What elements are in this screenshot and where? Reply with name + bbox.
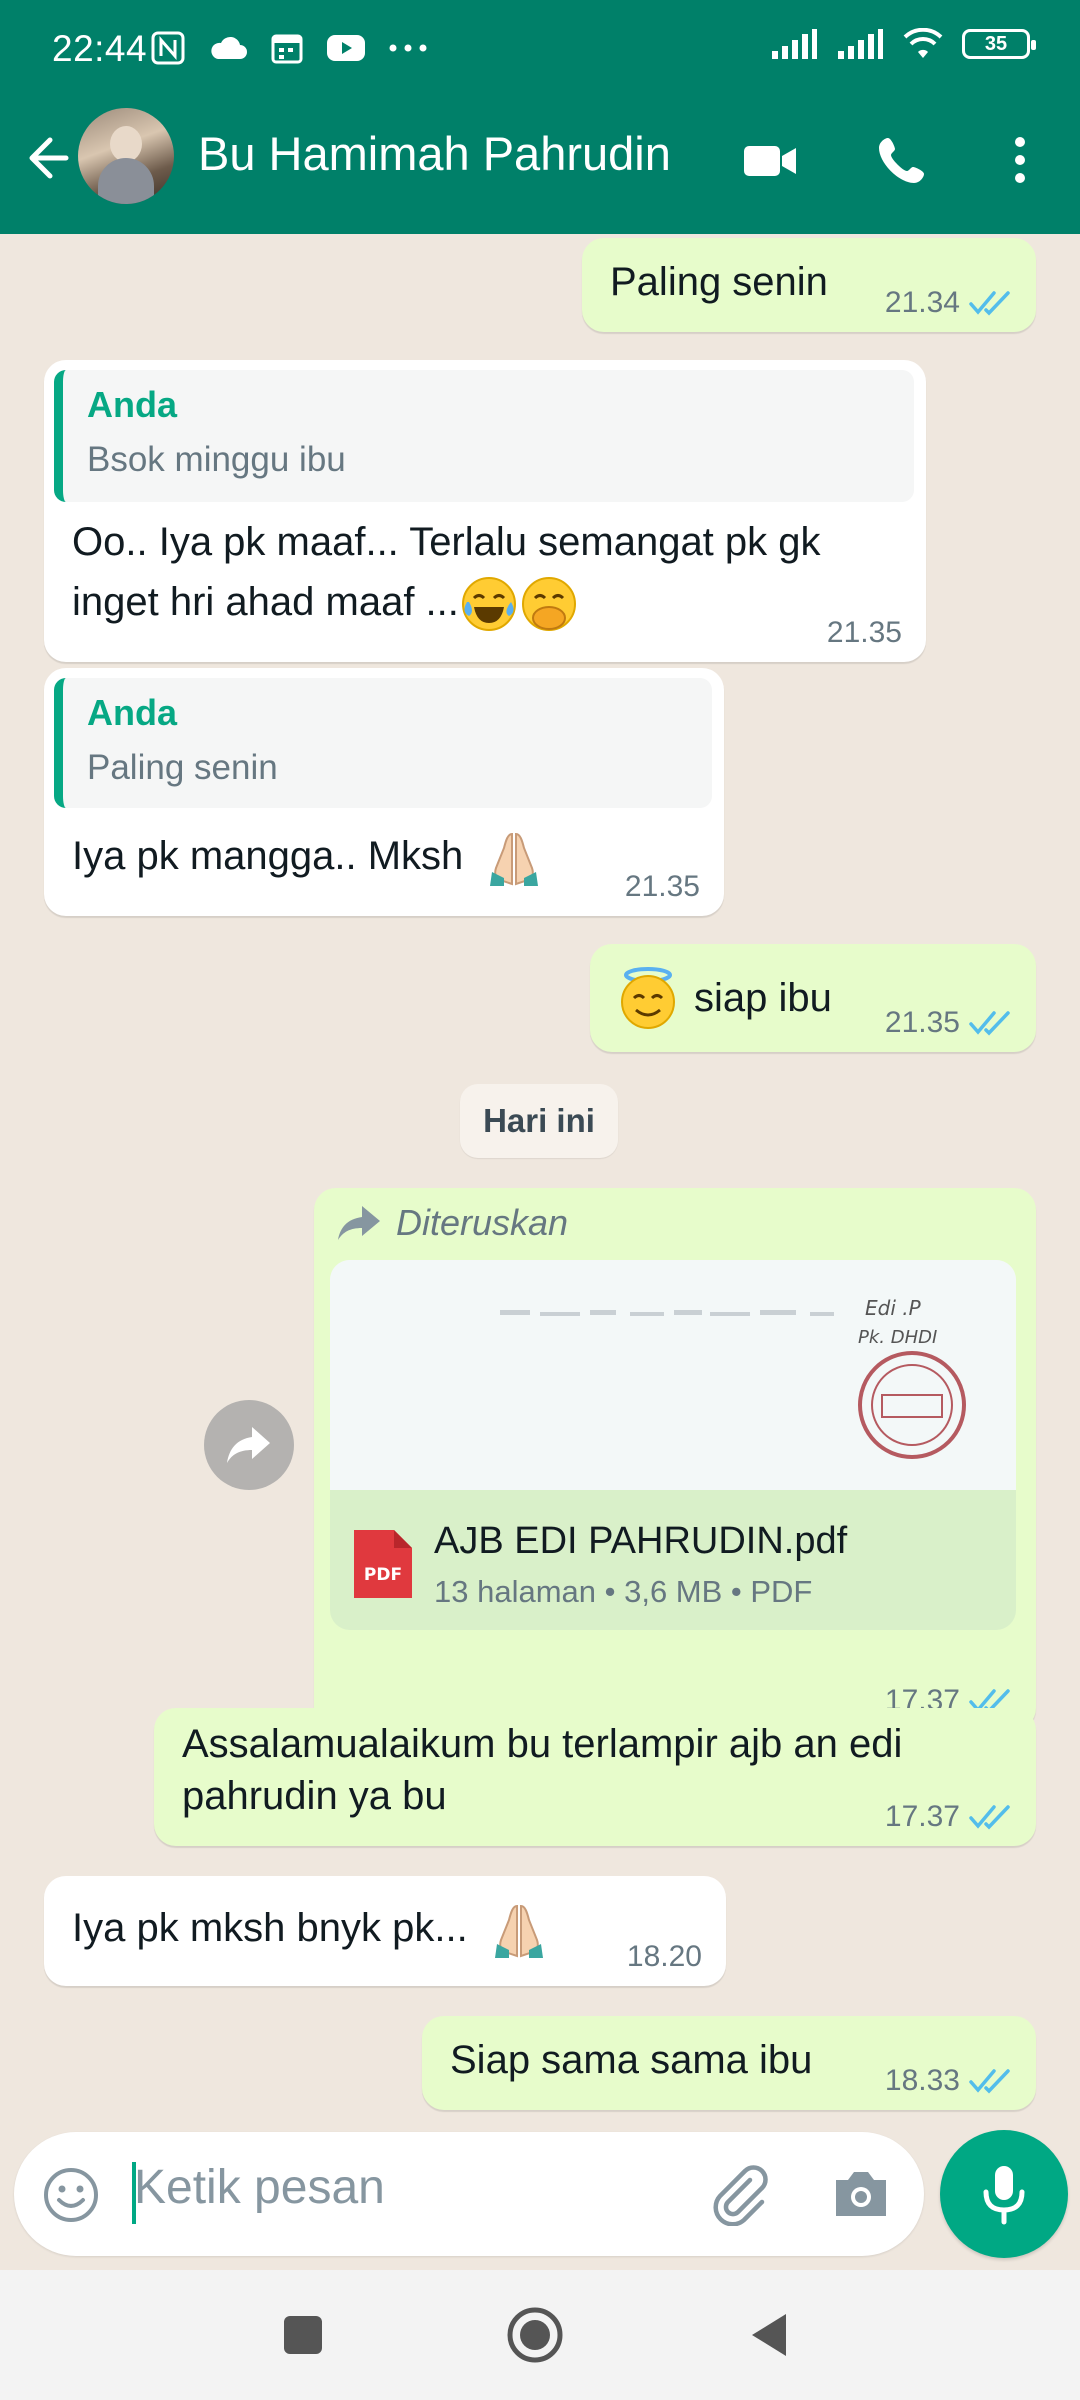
double-check-icon: [969, 1011, 1010, 1036]
message-outgoing-document[interactable]: Diteruskan Edi .P Pk. DHDI PDF AJB EDI P…: [314, 1188, 1036, 1730]
double-check-icon: [969, 1805, 1010, 1830]
signal-icon: [772, 29, 817, 59]
nfc-icon: [151, 31, 185, 65]
recent-apps-icon[interactable]: [280, 2312, 326, 2358]
message-time: 21.35: [624, 870, 700, 903]
quote-author: Anda: [87, 692, 177, 733]
message-text-line: Oo.. Iya pk maaf... Terlalu semangat pk …: [72, 520, 821, 564]
forwarded-icon: [338, 1206, 380, 1240]
message-incoming[interactable]: Anda Bsok minggu ibu Oo.. Iya pk maaf...…: [44, 360, 926, 662]
message-outgoing[interactable]: siap ibu 21.35: [590, 944, 1036, 1052]
svg-text:Edi .P: Edi .P: [865, 1296, 922, 1320]
message-meta: 21.35: [827, 616, 902, 650]
message-time: 17.37: [884, 1800, 960, 1833]
file-info: 13 halaman • 3,6 MB • PDF: [434, 1574, 813, 1609]
wifi-icon: [903, 28, 943, 58]
message-time: 18.20: [626, 1940, 702, 1973]
emoji-icon[interactable]: [42, 2166, 100, 2224]
status-bar: 22:44 35: [0, 0, 1080, 100]
date-separator: Hari ini: [460, 1084, 618, 1158]
message-text: Iya pk mangga.. Mksh: [72, 826, 542, 888]
folded-hands-emoji-icon: [490, 833, 539, 887]
svg-text:Pk. DHDI: Pk. DHDI: [858, 1327, 937, 1348]
youtube-icon: [327, 35, 365, 61]
quote-text: Bsok minggu ibu: [87, 440, 346, 479]
message-outgoing[interactable]: Siap sama sama ibu 18.33: [422, 2016, 1036, 2110]
quoted-message[interactable]: Anda Paling senin: [54, 678, 712, 808]
voice-message-button[interactable]: [940, 2130, 1068, 2258]
cloud-icon: [211, 36, 247, 59]
forward-arrow-icon: [227, 1427, 270, 1463]
message-outgoing[interactable]: Assalamualaikum bu terlampir ajb an edi …: [154, 1708, 1036, 1846]
double-check-icon: [969, 2069, 1010, 2094]
calendar-icon: [271, 34, 303, 64]
top-bar: 22:44 35 Bu Hamimah Pahrudin: [0, 0, 1080, 234]
status-system-icons: 35: [770, 28, 1036, 60]
message-text: Iya pk mksh bnyk pk...: [72, 1898, 547, 1960]
message-text-line-2: pahrudin ya bu: [182, 1774, 447, 1818]
system-navigation-bar: [0, 2270, 1080, 2400]
video-call-icon[interactable]: [740, 130, 800, 190]
file-name: AJB EDI PAHRUDIN.pdf: [434, 1520, 848, 1562]
message-meta: 21.35: [885, 1006, 1014, 1040]
chat-area[interactable]: Paling senin 21.34 Anda Bsok minggu ibu …: [0, 234, 1080, 2124]
forward-button[interactable]: [204, 1400, 294, 1490]
signal-icon-2: [838, 29, 883, 59]
message-time: 21.35: [884, 1006, 960, 1039]
message-text: Assalamualaikum bu terlampir ajb an edi …: [182, 1718, 902, 1822]
message-meta: 18.33: [885, 2064, 1014, 2098]
folded-hands-emoji-icon: [494, 1905, 543, 1959]
message-meta: 17.37: [885, 1800, 1014, 1834]
camera-icon[interactable]: [830, 2164, 892, 2222]
status-time: 22:44: [52, 28, 148, 69]
document-file-row[interactable]: PDF AJB EDI PAHRUDIN.pdf 13 halaman • 3,…: [330, 1490, 1016, 1630]
document-preview[interactable]: Edi .P Pk. DHDI: [330, 1260, 1016, 1490]
tears-of-joy-emoji-icon: [461, 577, 516, 632]
quoted-message[interactable]: Anda Bsok minggu ibu: [54, 370, 914, 502]
attach-icon[interactable]: [706, 2162, 770, 2226]
voice-call-icon[interactable]: [872, 130, 932, 190]
back-arrow-icon[interactable]: [20, 130, 76, 186]
quote-text: Paling senin: [87, 748, 278, 787]
battery-level: 35: [984, 32, 1008, 55]
message-meta: 21.35: [625, 870, 700, 904]
status-notification-icons: [150, 30, 428, 66]
message-text: Paling senin: [610, 260, 828, 304]
message-incoming[interactable]: Iya pk mksh bnyk pk... 18.20: [44, 1876, 726, 1986]
message-text: Siap sama sama ibu: [450, 2038, 813, 2082]
double-check-icon: [969, 291, 1010, 316]
chat-header: Bu Hamimah Pahrudin: [0, 104, 1080, 234]
more-options-icon[interactable]: [990, 130, 1050, 190]
pdf-badge: PDF: [364, 1565, 402, 1585]
message-outgoing[interactable]: Paling senin 21.34: [582, 238, 1036, 332]
smiling-face-with-halo-emoji-icon: [621, 967, 675, 1029]
message-text-line-2: inget hri ahad maaf ...: [72, 572, 912, 634]
message-text: Oo.. Iya pk maaf... Terlalu semangat pk …: [72, 512, 912, 634]
message-text: siap ibu: [616, 966, 832, 1030]
message-text-line: Assalamualaikum bu terlampir ajb an edi: [182, 1722, 903, 1766]
home-icon[interactable]: [506, 2306, 564, 2364]
message-meta: 21.34: [885, 286, 1014, 320]
forwarded-label: Diteruskan: [336, 1202, 568, 1244]
message-time: 18.33: [884, 2064, 960, 2097]
message-composer[interactable]: Ketik pesan: [14, 2132, 924, 2256]
message-meta: 18.20: [627, 1940, 702, 1974]
contact-name[interactable]: Bu Hamimah Pahrudin: [198, 126, 671, 181]
microphone-icon: [983, 2166, 1025, 2225]
more-notifications-icon: [389, 44, 427, 52]
face-with-hand-over-mouth-emoji-icon: [521, 577, 576, 632]
back-nav-icon[interactable]: [746, 2310, 790, 2360]
message-time: 21.35: [826, 616, 902, 649]
quote-author: Anda: [87, 384, 177, 425]
pdf-file-icon: PDF: [354, 1530, 412, 1598]
message-incoming[interactable]: Anda Paling senin Iya pk mangga.. Mksh 2…: [44, 668, 724, 916]
document-preview-image: Edi .P Pk. DHDI: [330, 1260, 1016, 1490]
message-input[interactable]: Ketik pesan: [134, 2160, 385, 2215]
contact-avatar[interactable]: [78, 108, 174, 204]
battery-indicator: 35: [962, 29, 1036, 59]
message-time: 21.34: [884, 286, 960, 319]
